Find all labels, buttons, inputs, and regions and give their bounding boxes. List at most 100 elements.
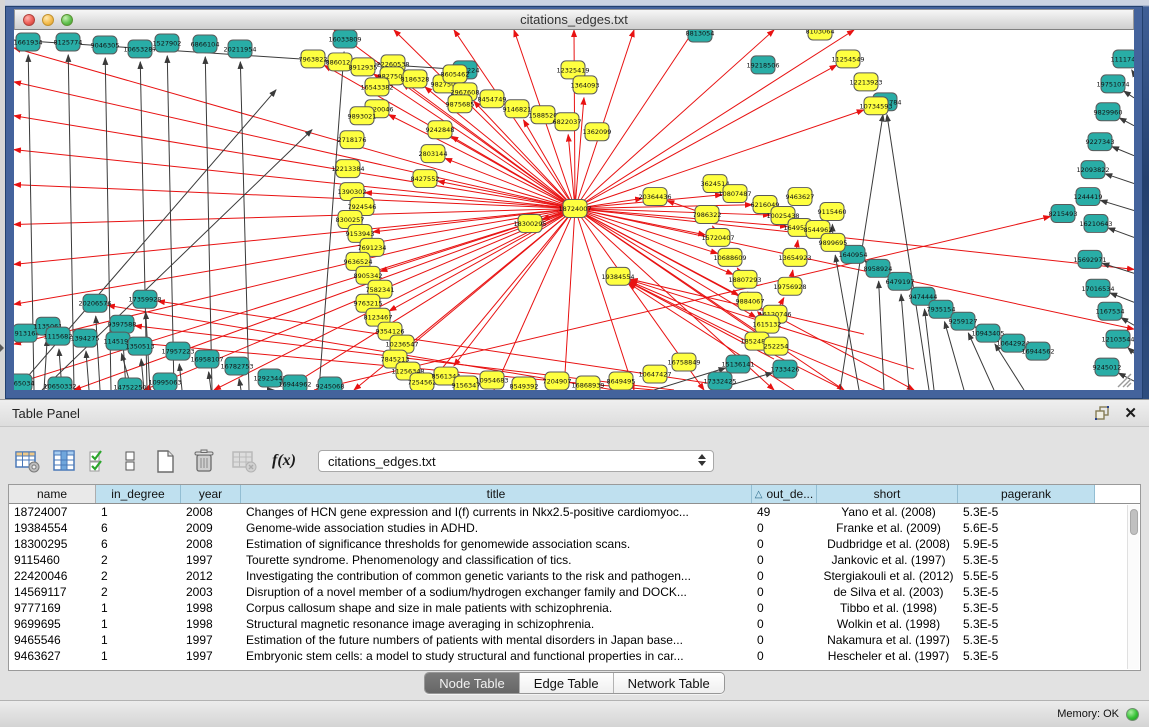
network-node[interactable]: 16758849 (667, 353, 700, 371)
cell-short[interactable]: Tibbo et al. (1998) (817, 601, 958, 615)
cell-title[interactable]: Corpus callosum shape and size in male p… (241, 601, 752, 615)
cell-short[interactable]: Stergiakouli et al. (2012) (817, 569, 958, 583)
network-node[interactable]: 6822037 (553, 113, 582, 131)
table-row[interactable]: 2242004622012Investigating the contribut… (9, 568, 1140, 584)
cell-in-degree[interactable]: 6 (96, 521, 181, 535)
cell-pagerank[interactable]: 5.3E-5 (958, 585, 1095, 599)
network-node[interactable]: 16782753 (220, 357, 253, 375)
network-node[interactable]: 8912935 (349, 58, 378, 76)
table-settings-icon[interactable] (14, 448, 41, 474)
column-visibility-icon[interactable] (51, 448, 77, 474)
network-node[interactable]: 8958924 (864, 259, 893, 277)
cell-year[interactable]: 2012 (181, 569, 241, 583)
cell-pagerank[interactable]: 5.5E-5 (958, 569, 1095, 583)
cell-year[interactable]: 1997 (181, 633, 241, 647)
citation-edge-red[interactable] (405, 209, 575, 351)
network-node[interactable]: 10734593 (859, 97, 892, 115)
network-node[interactable]: 9227343 (1086, 133, 1115, 151)
citation-edge-black[interactable] (887, 115, 929, 390)
column-header-name[interactable]: name (9, 485, 96, 503)
network-node[interactable]: 19218506 (746, 56, 779, 74)
cell-in-degree[interactable]: 2 (96, 553, 181, 567)
cell-in-degree[interactable]: 6 (96, 537, 181, 551)
table-row[interactable]: 1938455462009Genome-wide association stu… (9, 520, 1140, 536)
network-node[interactable]: 9899695 (819, 233, 848, 251)
network-node[interactable]: 2803144 (419, 145, 448, 163)
close-panel-icon[interactable]: ✕ (1124, 406, 1137, 421)
network-node[interactable]: 8427552 (411, 170, 440, 188)
citation-edge-black[interactable] (901, 294, 909, 390)
cell-in-degree[interactable]: 1 (96, 505, 181, 519)
cell-out-de-[interactable]: 0 (752, 537, 817, 551)
cell-year[interactable]: 1998 (181, 617, 241, 631)
table-source-dropdown[interactable]: citations_edges.txt (318, 450, 714, 472)
cell-year[interactable]: 1997 (181, 649, 241, 663)
citation-edge-black[interactable] (1108, 228, 1134, 237)
network-node[interactable]: 9875685 (446, 95, 475, 113)
citation-edge-red[interactable] (454, 209, 575, 366)
network-graph[interactable]: 1872400716619348125774904630510653287152… (14, 30, 1134, 390)
cell-pagerank[interactable]: 5.6E-5 (958, 521, 1095, 535)
network-node[interactable]: 1244419 (1074, 188, 1103, 206)
network-node[interactable]: 1115682 (44, 327, 73, 345)
citation-edge-black[interactable] (1119, 118, 1134, 126)
network-node[interactable]: 16543382 (360, 78, 393, 96)
column-header-in-degree[interactable]: in_degree (96, 485, 181, 503)
citation-edge-black[interactable] (1102, 263, 1134, 273)
network-node[interactable]: 9829960 (1094, 103, 1123, 121)
select-columns-icon[interactable] (87, 448, 109, 474)
cell-name[interactable]: 9115460 (9, 553, 96, 567)
cell-in-degree[interactable]: 2 (96, 569, 181, 583)
cell-year[interactable]: 1997 (181, 553, 241, 567)
cell-out-de-[interactable]: 0 (752, 585, 817, 599)
cell-title[interactable]: Genome-wide association studies in ADHD. (241, 521, 752, 535)
network-node[interactable]: 19756928 (773, 277, 806, 295)
cell-year[interactable]: 1998 (181, 601, 241, 615)
network-node[interactable]: 19751074 (1096, 75, 1129, 93)
citation-edge-black[interactable] (167, 56, 174, 390)
table-row[interactable]: 1872400712008Changes of HCN gene express… (9, 504, 1140, 520)
cell-name[interactable]: 9777169 (9, 601, 96, 615)
cell-year[interactable]: 2003 (181, 585, 241, 599)
column-header-title[interactable]: title (241, 485, 752, 503)
citation-edge-black[interactable] (1112, 147, 1134, 156)
cell-name[interactable]: 18300295 (9, 537, 96, 551)
citation-edge-black[interactable] (1132, 70, 1134, 74)
network-node[interactable]: 10995063 (148, 373, 181, 390)
citation-edge-black[interactable] (835, 255, 859, 390)
cell-year[interactable]: 2008 (181, 537, 241, 551)
zoom-window-icon[interactable] (61, 14, 73, 26)
network-node[interactable]: 15136141 (721, 355, 754, 373)
network-node[interactable]: 8549392 (510, 377, 539, 390)
network-node[interactable]: 20364436 (638, 188, 671, 206)
network-node[interactable]: 8186328 (401, 70, 430, 88)
network-node[interactable]: 9245068 (316, 377, 345, 390)
delete-column-icon[interactable] (191, 447, 217, 475)
citation-edge-black[interactable] (1100, 200, 1134, 210)
row-height-icon[interactable] (123, 448, 137, 474)
network-node[interactable]: 12213923 (849, 73, 882, 91)
citation-edge-black[interactable] (925, 309, 934, 390)
cell-short[interactable]: Nakamura et al. (1997) (817, 633, 958, 647)
cell-name[interactable]: 9465546 (9, 633, 96, 647)
citation-edge-red[interactable] (14, 116, 575, 209)
citation-edge-black[interactable] (1124, 91, 1134, 98)
cell-title[interactable]: Estimation of significance thresholds fo… (241, 537, 752, 551)
network-node[interactable]: 1364093 (571, 76, 600, 94)
network-node[interactable]: 12093822 (1076, 161, 1109, 179)
table-row[interactable]: 969969511998Structural magnetic resonanc… (9, 616, 1140, 632)
column-header-pagerank[interactable]: pagerank (958, 485, 1095, 503)
cell-out-de-[interactable]: 0 (752, 569, 817, 583)
citation-edge-black[interactable] (240, 62, 249, 390)
float-panel-icon[interactable] (1094, 405, 1110, 421)
cell-pagerank[interactable]: 5.3E-5 (958, 601, 1095, 615)
network-node[interactable]: 20206576 (78, 294, 111, 312)
citation-edge-black[interactable] (209, 372, 211, 390)
network-node[interactable]: 1394275 (71, 329, 100, 347)
cell-in-degree[interactable]: 1 (96, 649, 181, 663)
network-node[interactable]: 19384554 (601, 267, 634, 285)
citation-edge-black[interactable] (1119, 373, 1134, 381)
network-node[interactable]: 6866104 (191, 35, 220, 53)
minimize-window-icon[interactable] (42, 14, 54, 26)
network-node[interactable]: 8813054 (686, 30, 715, 42)
